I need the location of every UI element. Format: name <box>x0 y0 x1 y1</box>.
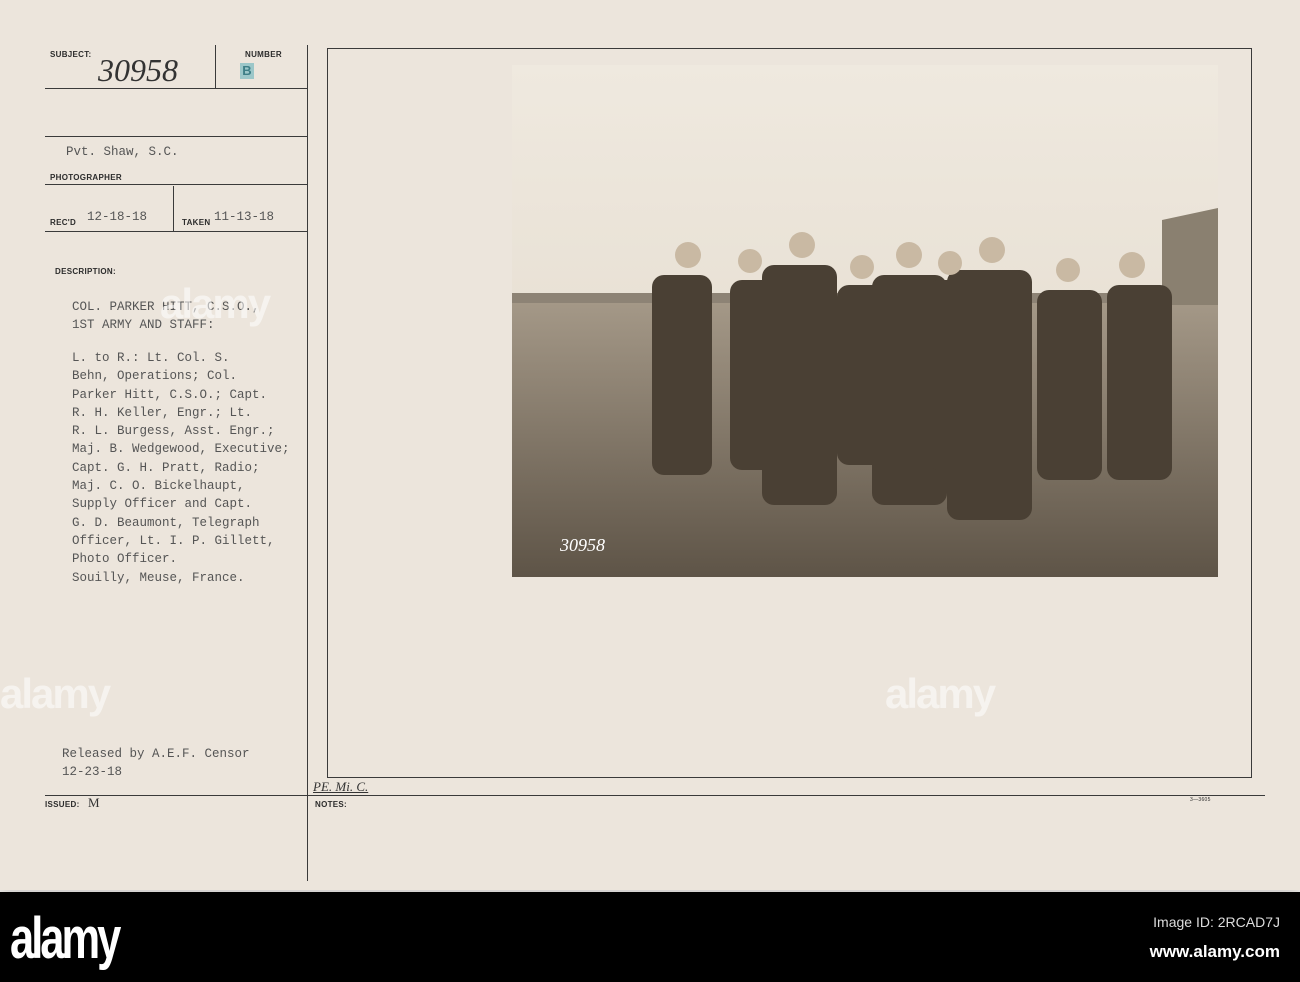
divider <box>45 231 307 232</box>
censor-release: Released by A.E.F. Censor 12-23-18 <box>62 747 250 780</box>
recd-label: REC'D <box>50 218 77 227</box>
notes-label: NOTES: <box>315 800 348 809</box>
taken-label: TAKEN <box>182 218 211 227</box>
form-number: 3—3605 <box>1190 797 1211 803</box>
taken-date: 11-13-18 <box>214 210 275 224</box>
watermark: alamy <box>160 280 271 327</box>
number-stamp: B <box>240 63 254 79</box>
alamy-logo: alamy <box>10 906 121 971</box>
photographer-label: PHOTOGRAPHER <box>50 173 122 182</box>
recd-date: 12-18-18 <box>87 210 148 224</box>
number-label: NUMBER <box>245 50 282 59</box>
stock-footer <box>0 892 1300 982</box>
divider <box>173 186 174 232</box>
description-body: L. to R.: Lt. Col. S. Behn, Operations; … <box>72 351 290 585</box>
issued-value: M <box>88 795 100 810</box>
divider <box>215 45 216 88</box>
description-label: DESCRIPTION: <box>55 267 116 276</box>
subject-label: SUBJECT: <box>50 50 92 59</box>
subject-number: 30958 <box>98 52 178 88</box>
image-id: Image ID: 2RCAD7J <box>1153 914 1280 930</box>
divider <box>45 795 1265 796</box>
archival-card: SUBJECT: 30958 NUMBER B Pvt. Shaw, S.C. … <box>0 0 1300 890</box>
divider <box>45 136 307 137</box>
watermark: alamy <box>0 670 111 717</box>
photographer-name: Pvt. Shaw, S.C. <box>66 145 179 159</box>
column-divider <box>307 45 308 881</box>
divider <box>45 184 307 185</box>
photo-stamp-number: 30958 <box>560 535 605 555</box>
issued-label: ISSUED: <box>45 800 80 809</box>
group-photograph: 30958 <box>512 65 1218 577</box>
notes-handwritten: PE. Mi. C. <box>313 779 369 794</box>
site-url[interactable]: www.alamy.com <box>1150 942 1280 962</box>
watermark: alamy <box>885 670 996 717</box>
